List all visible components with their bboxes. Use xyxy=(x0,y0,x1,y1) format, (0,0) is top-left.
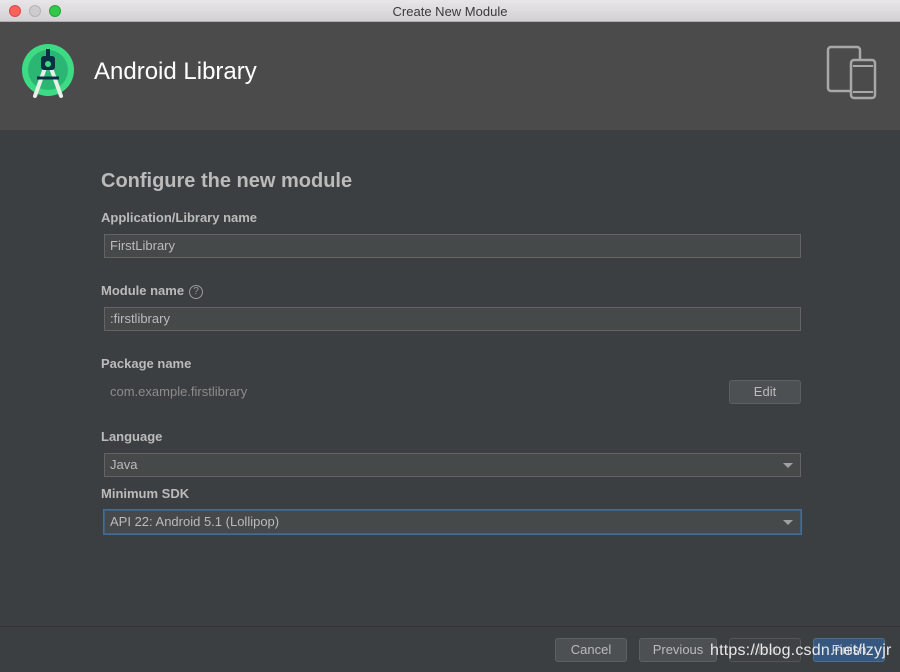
edit-package-button[interactable]: Edit xyxy=(729,380,801,404)
module-type-title: Android Library xyxy=(94,58,257,85)
android-studio-logo-icon xyxy=(22,44,74,98)
watermark-text: https://blog.csdn.net/lzyjr xyxy=(710,642,892,659)
min-sdk-select[interactable]: API 22: Android 5.1 (Lollipop) xyxy=(104,510,801,534)
chevron-down-icon xyxy=(783,520,793,525)
app-name-label: Application/Library name xyxy=(101,210,258,225)
page-title: Configure the new module xyxy=(101,170,353,192)
chevron-down-icon xyxy=(783,463,793,468)
language-label: Language xyxy=(101,429,163,444)
package-name-value: com.example.firstlibrary xyxy=(110,384,248,399)
wizard-content: Configure the new module Application/Lib… xyxy=(0,130,900,626)
module-name-label: Module name xyxy=(101,283,185,298)
help-icon[interactable]: ? xyxy=(189,285,204,299)
window-titlebar: Create New Module xyxy=(0,0,900,22)
cancel-button[interactable]: Cancel xyxy=(555,638,627,662)
wizard-header: Android Library xyxy=(0,22,900,130)
previous-button[interactable]: Previous xyxy=(639,638,717,662)
window-title: Create New Module xyxy=(392,4,508,19)
min-sdk-selected-value: API 22: Android 5.1 (Lollipop) xyxy=(110,514,280,529)
tablet-phone-icon xyxy=(826,45,877,100)
language-select[interactable]: Java xyxy=(104,453,801,477)
package-name-label: Package name xyxy=(101,356,192,371)
language-selected-value: Java xyxy=(110,457,138,472)
app-name-field[interactable]: FirstLibrary xyxy=(104,234,801,258)
module-name-field[interactable]: :firstlibrary xyxy=(104,307,801,331)
module-name-label-row: Module name? xyxy=(101,283,204,299)
min-sdk-label: Minimum SDK xyxy=(101,486,190,501)
